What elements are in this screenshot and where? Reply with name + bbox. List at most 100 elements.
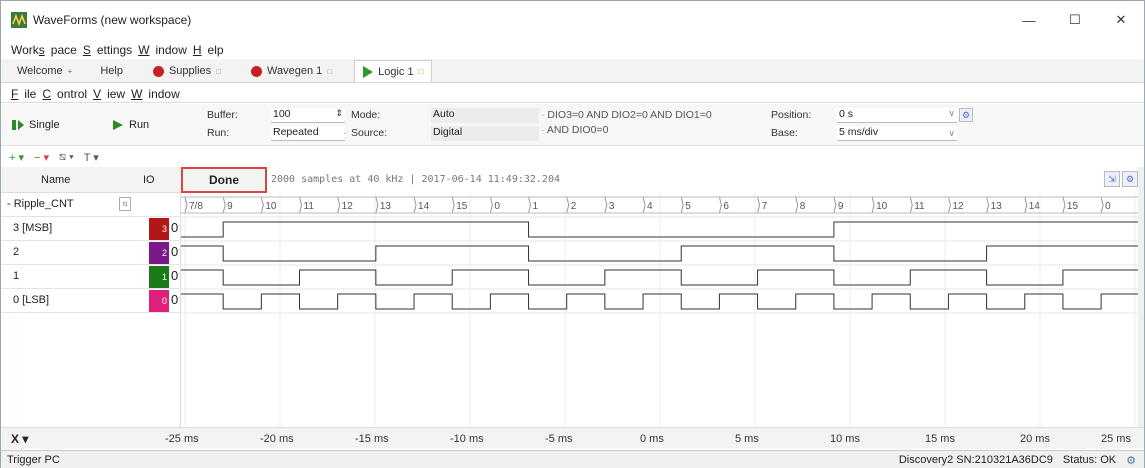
tab-supplies[interactable]: Supplies □ — [145, 60, 229, 82]
minimize-button[interactable]: — — [1006, 1, 1052, 39]
tab-label: Supplies — [168, 65, 212, 77]
spin-icon[interactable]: ⇕ — [335, 108, 343, 119]
channel-row-bus[interactable]: - Ripple_CNT ⧅ — [1, 193, 181, 217]
run-button[interactable]: Run — [111, 118, 149, 132]
buffer-input[interactable]: 100 ⇕ — [271, 108, 345, 123]
time-tick-label: 0 ms — [640, 433, 664, 445]
menu-workspace[interactable]: Works pace — [11, 43, 77, 57]
bus-transition — [1100, 196, 1104, 214]
channel-row-dio3[interactable]: 3 [MSB] 3 0 — [1, 217, 181, 241]
maximize-button[interactable]: ☐ — [1052, 1, 1098, 39]
condition-bullet: · — [541, 124, 545, 136]
source-select[interactable]: Digital — [431, 126, 539, 141]
bus-transition — [986, 196, 990, 214]
bus-transition — [680, 196, 684, 214]
tab-welcome[interactable]: Welcome + — [9, 60, 80, 82]
io-badge: 2 — [149, 242, 169, 264]
bus-transition — [375, 196, 379, 214]
bus-value-label: 7 — [762, 201, 768, 212]
chevron-down-icon[interactable]: ∨ — [948, 108, 955, 119]
waveform-plot[interactable]: 7/8 9 10 11 12 13 14 15 0 1 2 3 4 5 6 7 8 9 10 11 12 13 14 15 0 — [181, 193, 1139, 427]
time-tick-label: 25 ms — [1101, 433, 1131, 445]
buffer-label: Buffer: — [207, 109, 238, 121]
menu-window-inst[interactable]: Window — [131, 87, 180, 101]
waveforms-app-icon — [11, 12, 27, 28]
add-channel-icon[interactable]: + ▾ — [9, 151, 24, 164]
time-tick-label: 15 ms — [925, 433, 955, 445]
bus-value-label: 12 — [342, 201, 354, 212]
bus-value-label: 13 — [380, 201, 392, 212]
edit-channel-icon[interactable]: ⧅ ▾ — [59, 151, 74, 164]
tab-label: Welcome — [17, 65, 63, 77]
menu-view[interactable]: View — [93, 87, 125, 101]
window-title: WaveForms (new workspace) — [33, 13, 192, 27]
tab-detach-icon[interactable]: □ — [419, 67, 424, 76]
channel-row-dio1[interactable]: 1 1 0 — [1, 265, 181, 289]
channel-name: 1 — [13, 270, 20, 282]
close-button[interactable]: ✕ — [1098, 1, 1144, 39]
tab-help[interactable]: Help — [92, 60, 131, 82]
tab-logic[interactable]: Logic 1 □ — [354, 60, 433, 82]
io-badge: 0 — [149, 290, 169, 312]
bus-transition — [1062, 196, 1066, 214]
base-input[interactable]: 5 ms/div ∨ — [837, 126, 957, 141]
channel-state: 0 — [171, 292, 179, 307]
position-input[interactable]: 0 s ∨ — [837, 108, 957, 123]
play-icon — [363, 65, 374, 78]
bus-value-label: 10 — [265, 201, 277, 212]
bus-transition — [1024, 196, 1028, 214]
device-info: Discovery2 SN:210321A36DC9 — [898, 454, 1053, 466]
bus-transition — [451, 196, 455, 214]
chevron-down-icon[interactable]: ∨ — [948, 128, 955, 139]
x-axis-menu[interactable]: X ▾ — [11, 432, 28, 446]
mode-select[interactable]: Auto — [431, 108, 539, 123]
settings-icon[interactable]: ⚙ — [959, 108, 973, 122]
channel-row-dio2[interactable]: 2 2 0 — [1, 241, 181, 265]
trigger-condition-line1[interactable]: · DIO3=0 AND DIO2=0 AND DIO1=0 — [541, 109, 712, 121]
menu-window[interactable]: Window — [138, 43, 187, 57]
bus-transition — [718, 196, 722, 214]
buffer-value: 100 — [273, 108, 291, 120]
status-text: Status: OK — [1062, 454, 1117, 466]
zoom-icon[interactable]: ⇲ — [1104, 171, 1120, 187]
channel-name: - Ripple_CNT — [7, 198, 74, 210]
source-value: Digital — [433, 126, 463, 138]
menu-help[interactable]: Help — [193, 43, 224, 57]
bus-value-label: 0 — [494, 201, 500, 212]
tab-add-icon[interactable]: + — [68, 67, 73, 76]
trigger-condition-line2[interactable]: · AND DIO0=0 — [541, 124, 608, 136]
channel-header: Name IO — [1, 167, 181, 193]
time-tick-label: -20 ms — [260, 433, 294, 445]
title-bar: WaveForms (new workspace) — ☐ ✕ — [1, 1, 1144, 39]
bus-value-label: 14 — [418, 201, 430, 212]
menu-control[interactable]: Control — [42, 87, 87, 101]
channel-state: 0 — [171, 244, 179, 259]
remove-channel-icon[interactable]: − ▾ — [34, 151, 49, 164]
settings-icon[interactable]: ⚙ — [1126, 454, 1136, 467]
menu-settings[interactable]: Settings — [83, 43, 132, 57]
vertical-scrollbar[interactable] — [1138, 167, 1144, 427]
bus-value-label: 8 — [800, 201, 806, 212]
instrument-menubar: File Control View Window — [1, 85, 1144, 103]
bus-value-label: 4 — [647, 201, 653, 212]
bus-transition — [642, 196, 646, 214]
tab-wavegen[interactable]: Wavegen 1 □ — [243, 60, 340, 82]
condition-text: AND DIO0=0 — [546, 124, 609, 136]
text-tool-icon[interactable]: T ▾ — [84, 151, 99, 164]
channel-row-dio0[interactable]: 0 [LSB] 0 0 — [1, 289, 181, 313]
menu-file[interactable]: File — [11, 87, 36, 101]
tab-detach-icon[interactable]: □ — [327, 67, 332, 76]
run-icon — [113, 120, 123, 130]
tab-detach-icon[interactable]: □ — [216, 67, 221, 76]
bus-transition — [489, 196, 493, 214]
tab-label: Wavegen 1 — [267, 65, 323, 77]
channel-list: - Ripple_CNT ⧅ 3 [MSB] 3 0 2 2 0 1 1 0 0… — [1, 193, 181, 427]
settings-icon[interactable]: ⚙ — [1122, 171, 1138, 187]
bus-transition — [871, 196, 875, 214]
run-mode-select[interactable]: Repeated — [271, 126, 345, 141]
single-button[interactable]: Single — [11, 118, 60, 132]
red-dot-icon — [251, 65, 262, 77]
bus-value-label: 11 — [304, 201, 315, 212]
single-acquire-icon — [12, 120, 24, 130]
bus-value-label: 11 — [914, 201, 925, 212]
